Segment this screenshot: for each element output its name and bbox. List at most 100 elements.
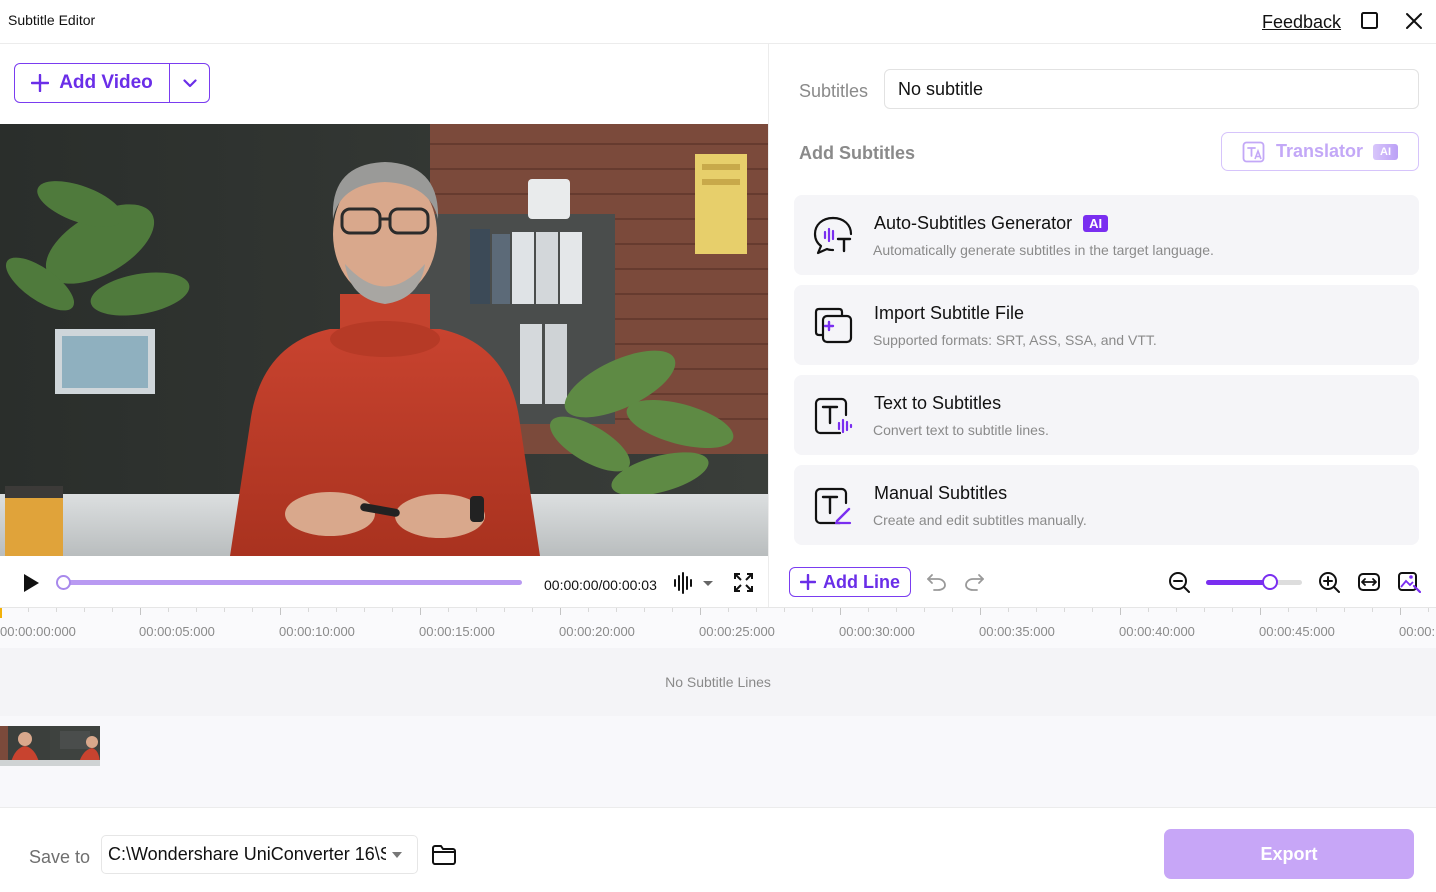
ruler-minor-tick: [1288, 608, 1289, 612]
undo-button[interactable]: [925, 571, 947, 593]
ruler-minor-tick: [196, 608, 197, 612]
ruler-minor-tick: [756, 608, 757, 612]
feedback-link[interactable]: Feedback: [1262, 12, 1341, 33]
translator-button[interactable]: Translator AI: [1221, 132, 1419, 171]
option-description: Create and edit subtitles manually.: [873, 512, 1087, 528]
footer-bar: Save to C:\Wondershare UniConverter 16\S…: [0, 807, 1436, 892]
ruler-tick-label: 00:00:40:000: [1119, 624, 1195, 639]
ruler-minor-tick: [84, 608, 85, 612]
ruler-tick-label: 00:00:35:000: [979, 624, 1055, 639]
chevron-down-icon: [182, 78, 197, 87]
ruler-minor-tick: [336, 608, 337, 612]
text-to-subtitles-option[interactable]: Text to Subtitles Convert text to subtit…: [794, 375, 1419, 455]
add-video-button[interactable]: Add Video: [15, 64, 170, 102]
video-clip-thumbnail[interactable]: [0, 726, 100, 766]
manual-subtitles-option[interactable]: Manual Subtitles Create and edit subtitl…: [794, 465, 1419, 545]
add-video-dropdown[interactable]: [170, 64, 209, 102]
audio-waveform-button[interactable]: [672, 572, 716, 594]
ruler-tick-label: 00:00:05:000: [139, 624, 215, 639]
auto-subtitles-option[interactable]: Auto-Subtitles Generator AI Automaticall…: [794, 195, 1419, 275]
play-icon: [24, 574, 39, 592]
caret-down-icon: [392, 851, 402, 858]
plus-icon: [31, 74, 50, 92]
save-path-select[interactable]: C:\Wondershare UniConverter 16\S: [101, 835, 418, 874]
ruler-minor-tick: [644, 608, 645, 612]
maximize-button[interactable]: [1358, 9, 1382, 33]
ruler-minor-tick: [224, 608, 225, 612]
ruler-minor-tick: [728, 608, 729, 612]
thumbnail-settings-button[interactable]: [1397, 571, 1421, 593]
ruler-tick-label: 00:00:45:000: [1259, 624, 1335, 639]
add-video-group: Add Video: [14, 63, 210, 103]
timeline-ruler[interactable]: 00:00:00:000 00:00:05:000 00:00:10:000 00:0…: [0, 608, 1436, 648]
ruler-major-tick: [1400, 608, 1401, 615]
ruler-major-tick: [280, 608, 281, 615]
text-edit-icon: [812, 485, 854, 527]
ruler-minor-tick: [476, 608, 477, 612]
fit-width-icon: [1358, 573, 1380, 591]
ruler-minor-tick: [924, 608, 925, 612]
translator-ai-badge: AI: [1373, 143, 1399, 160]
play-button[interactable]: [20, 572, 42, 594]
ruler-minor-tick: [364, 608, 365, 612]
ruler-minor-tick: [868, 608, 869, 612]
plus-icon: [800, 574, 816, 590]
ruler-minor-tick: [504, 608, 505, 612]
ruler-minor-tick: [1036, 608, 1037, 612]
option-description: Supported formats: SRT, ASS, SSA, and VT…: [873, 332, 1157, 348]
ruler-tick-label: 00:00:15:000: [419, 624, 495, 639]
ruler-major-tick: [840, 608, 841, 615]
ruler-tick-label: 00:00:: [1399, 624, 1436, 639]
title-bar: [0, 0, 1436, 44]
panel-divider: [768, 44, 769, 608]
ruler-minor-tick: [1064, 608, 1065, 612]
ruler-tick-label: 00:00:10:000: [279, 624, 355, 639]
ruler-minor-tick: [112, 608, 113, 612]
ruler-major-tick: [980, 608, 981, 615]
save-to-label: Save to: [29, 847, 91, 867]
zoom-in-button[interactable]: [1318, 571, 1340, 593]
ruler-minor-tick: [1176, 608, 1177, 612]
add-video-label: Add Video: [59, 72, 153, 93]
ruler-minor-tick: [812, 608, 813, 612]
option-description: Automatically generate subtitles in the …: [873, 242, 1214, 258]
video-preview[interactable]: [0, 124, 768, 556]
ruler-major-tick: [560, 608, 561, 615]
subtitle-select[interactable]: No subtitle: [884, 69, 1419, 109]
ruler-minor-tick: [308, 608, 309, 612]
option-title: Auto-Subtitles Generator: [874, 213, 1073, 233]
video-track[interactable]: [0, 716, 1436, 807]
window-title: Subtitle Editor: [8, 12, 96, 28]
option-title: Import Subtitle File: [874, 303, 1025, 323]
fullscreen-button[interactable]: [734, 573, 753, 592]
zoom-out-button[interactable]: [1168, 571, 1190, 593]
undo-icon: [927, 574, 946, 591]
ruler-minor-tick: [896, 608, 897, 612]
ruler-minor-tick: [588, 608, 589, 612]
ruler-minor-tick: [952, 608, 953, 612]
ruler-minor-tick: [1428, 608, 1429, 612]
text-waveform-icon: [812, 395, 854, 437]
timeline-zoom-slider[interactable]: [1206, 580, 1302, 585]
fit-timeline-button[interactable]: [1357, 571, 1381, 593]
subtitles-label: Subtitles: [799, 81, 869, 101]
ruler-tick-label: 00:00:00:000: [0, 624, 76, 639]
playback-progress-bar[interactable]: [62, 580, 522, 585]
close-button[interactable]: [1402, 9, 1426, 33]
ruler-minor-tick: [784, 608, 785, 612]
playhead-marker[interactable]: [0, 608, 2, 618]
ruler-minor-tick: [1204, 608, 1205, 612]
export-button[interactable]: Export: [1164, 829, 1414, 879]
add-line-button[interactable]: Add Line: [789, 567, 911, 597]
open-folder-button[interactable]: [431, 844, 457, 866]
redo-button[interactable]: [964, 571, 986, 593]
ai-badge: AI: [1083, 215, 1109, 232]
import-subtitle-option[interactable]: Import Subtitle File Supported formats: …: [794, 285, 1419, 365]
ruler-minor-tick: [1232, 608, 1233, 612]
ruler-major-tick: [140, 608, 141, 615]
ruler-major-tick: [700, 608, 701, 615]
ruler-major-tick: [420, 608, 421, 615]
playback-progress-handle[interactable]: [56, 575, 71, 590]
timeline[interactable]: 00:00:00:000 00:00:05:000 00:00:10:000 00:0…: [0, 607, 1436, 807]
zoom-slider-handle[interactable]: [1262, 574, 1278, 590]
